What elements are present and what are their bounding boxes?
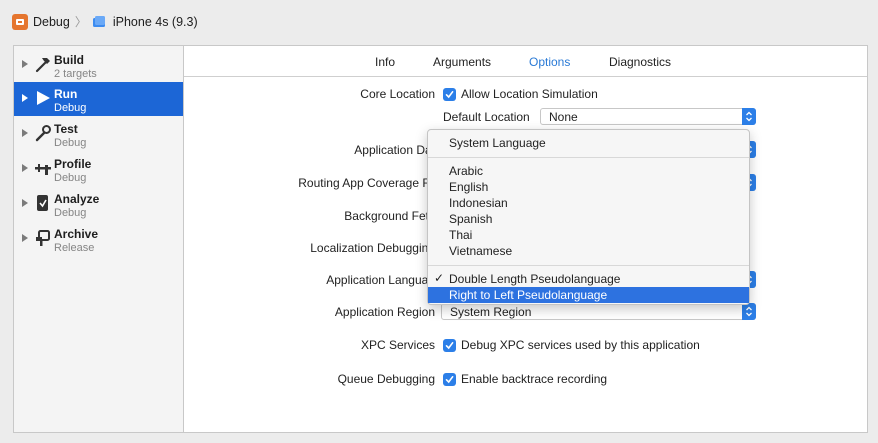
application-language-menu: System Language Arabic English Indonesia… — [427, 129, 750, 305]
menu-item-arabic[interactable]: Arabic — [428, 163, 749, 179]
sidebar-item-profile[interactable]: Profile Debug — [14, 152, 183, 186]
menu-item-label: Double Length Pseudolanguage — [449, 272, 621, 286]
menu-item-system-language[interactable]: System Language — [428, 135, 749, 151]
menu-separator — [428, 265, 749, 266]
menu-item-indonesian[interactable]: Indonesian — [428, 195, 749, 211]
tab-options[interactable]: Options — [529, 55, 570, 69]
tab-diagnostics[interactable]: Diagnostics — [609, 55, 671, 69]
menu-item-label: System Language — [449, 136, 546, 150]
analyze-icon — [34, 194, 52, 212]
menu-item-spanish[interactable]: Spanish — [428, 211, 749, 227]
core-location-label: Core Location — [360, 87, 435, 101]
application-language-label: Application Languag — [326, 273, 435, 287]
sidebar-item-subtitle: Debug — [54, 137, 87, 149]
sidebar-item-subtitle: Debug — [54, 102, 87, 114]
disclosure-triangle-icon[interactable] — [22, 60, 28, 68]
application-region-value: System Region — [450, 305, 532, 319]
sidebar-item-title: Test — [54, 122, 78, 136]
tab-info[interactable]: Info — [375, 55, 395, 69]
sidebar-item-title: Archive — [54, 227, 99, 241]
menu-item-english[interactable]: English — [428, 179, 749, 195]
backtrace-recording-checkbox[interactable]: Enable backtrace recording — [443, 372, 607, 386]
up-down-chevron-icon[interactable] — [742, 303, 756, 320]
menu-item-thai[interactable]: Thai — [428, 227, 749, 243]
scheme-selector[interactable]: Debug 〉 iPhone 4s (9.3) — [12, 13, 198, 30]
scheme-toolbar: Debug 〉 iPhone 4s (9.3) — [0, 0, 878, 44]
sidebar-item-title: Profile — [54, 157, 92, 171]
application-data-label: Application Dat — [354, 143, 435, 157]
wrench-icon — [34, 124, 52, 142]
sidebar-item-analyze[interactable]: Analyze Debug — [14, 187, 183, 221]
hammer-icon — [34, 55, 52, 73]
checkmark-icon[interactable] — [443, 87, 456, 101]
simulator-device-icon — [92, 15, 108, 28]
sidebar-item-run[interactable]: Run Debug — [14, 82, 183, 116]
menu-item-vietnamese[interactable]: Vietnamese — [428, 243, 749, 259]
checkmark-icon[interactable] — [443, 372, 456, 386]
sidebar-item-subtitle: Release — [54, 242, 95, 254]
menu-item-label: Arabic — [449, 164, 484, 178]
debug-xpc-services-text: Debug XPC services used by this applicat… — [461, 338, 700, 352]
sidebar-item-subtitle: Debug — [54, 207, 87, 219]
disclosure-triangle-icon[interactable] — [22, 94, 28, 102]
routing-coverage-file-label: Routing App Coverage Fil — [298, 176, 435, 190]
disclosure-triangle-icon[interactable] — [22, 164, 28, 172]
menu-item-double-length-pseudolanguage[interactable]: ✓ Double Length Pseudolanguage — [428, 271, 749, 287]
allow-location-simulation-checkbox[interactable]: Allow Location Simulation — [443, 87, 598, 101]
scheme-actions-sidebar: Build 2 targets Run Debug Test Debug Pro… — [13, 45, 184, 433]
menu-separator — [428, 157, 749, 158]
device-name[interactable]: iPhone 4s (9.3) — [113, 15, 198, 29]
tab-bar: Info Arguments Options Diagnostics — [184, 46, 867, 77]
default-location-value: None — [549, 110, 578, 124]
disclosure-triangle-icon[interactable] — [22, 234, 28, 242]
tab-arguments[interactable]: Arguments — [433, 55, 491, 69]
menu-item-label: Indonesian — [449, 196, 508, 210]
chevron-right-icon: 〉 — [74, 15, 87, 29]
sidebar-item-title: Run — [54, 87, 78, 101]
menu-item-label: Vietnamese — [449, 244, 513, 258]
sidebar-item-test[interactable]: Test Debug — [14, 117, 183, 151]
backtrace-recording-text: Enable backtrace recording — [461, 372, 608, 386]
application-region-popup[interactable]: System Region — [441, 303, 756, 320]
menu-item-label: English — [449, 180, 489, 194]
menu-item-label: Right to Left Pseudolanguage — [449, 288, 608, 302]
checkmark-icon: ✓ — [434, 271, 445, 285]
allow-location-simulation-label: Allow Location Simulation — [461, 87, 598, 101]
default-location-popup[interactable]: None — [540, 108, 756, 125]
disclosure-triangle-icon[interactable] — [22, 129, 28, 137]
background-fetch-label: Background Fetc — [344, 209, 435, 223]
sidebar-item-title: Analyze — [54, 192, 100, 206]
menu-item-label: Thai — [449, 228, 473, 242]
sidebar-item-subtitle: 2 targets — [54, 68, 97, 80]
checkmark-icon[interactable] — [443, 338, 456, 352]
sidebar-item-archive[interactable]: Archive Release — [14, 222, 183, 256]
default-location-label: Default Location — [443, 110, 530, 124]
application-region-label: Application Region — [334, 305, 435, 319]
disclosure-triangle-icon[interactable] — [22, 199, 28, 207]
menu-item-label: Spanish — [449, 212, 493, 226]
queue-debugging-label: Queue Debugging — [337, 372, 435, 386]
gauge-icon — [34, 159, 52, 177]
localization-debugging-label: Localization Debugging — [310, 241, 435, 255]
menu-item-right-to-left-pseudolanguage[interactable]: Right to Left Pseudolanguage — [428, 287, 749, 303]
xpc-services-label: XPC Services — [360, 338, 435, 352]
sidebar-item-title: Build — [54, 53, 84, 67]
sidebar-item-subtitle: Debug — [54, 172, 87, 184]
debug-xpc-services-checkbox[interactable]: Debug XPC services used by this applicat… — [443, 338, 700, 352]
scheme-name[interactable]: Debug — [33, 15, 70, 29]
sidebar-item-build[interactable]: Build 2 targets — [14, 48, 183, 82]
up-down-chevron-icon[interactable] — [742, 108, 756, 125]
scheme-app-icon — [12, 13, 28, 30]
archive-icon — [34, 229, 52, 247]
play-icon — [34, 89, 52, 107]
